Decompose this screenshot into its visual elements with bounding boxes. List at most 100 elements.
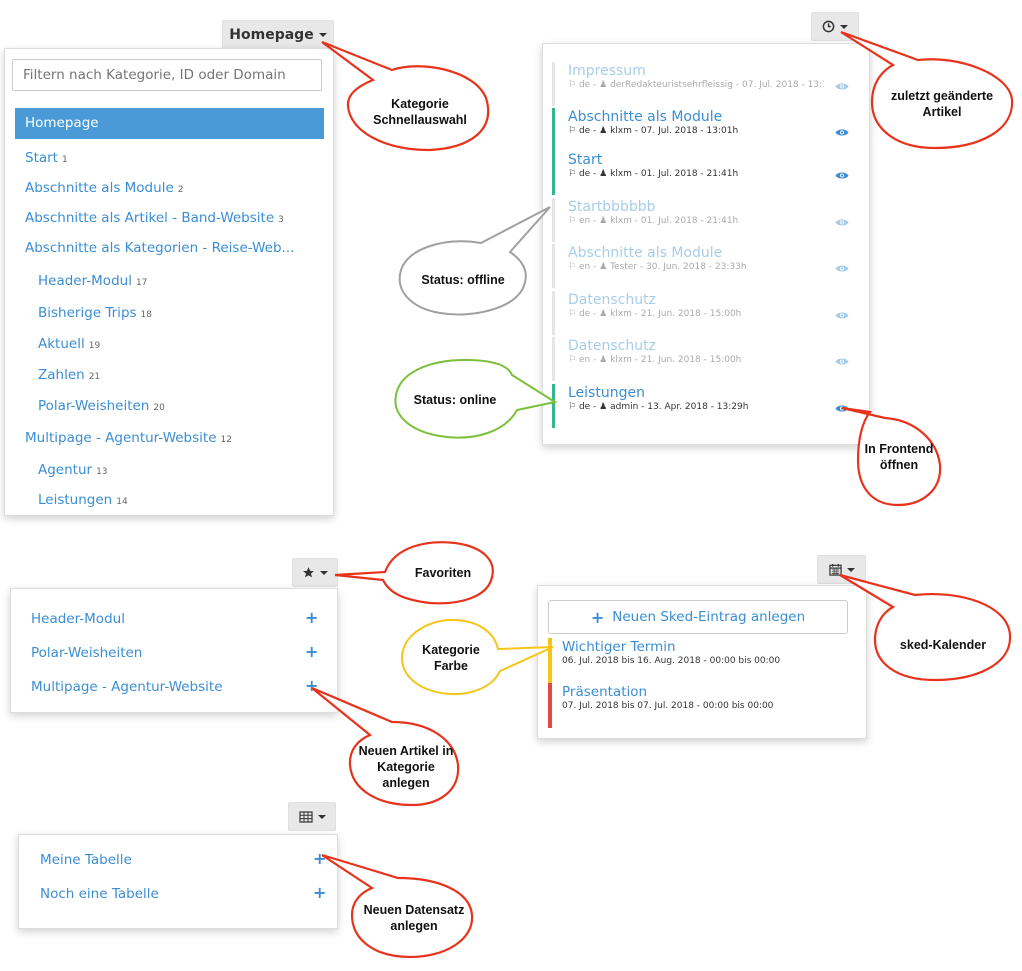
category-item[interactable]: Bisherige Trips 18 [38, 305, 152, 321]
category-item-selected[interactable]: Homepage [15, 108, 324, 139]
article-author: admin [610, 402, 639, 412]
category-item[interactable]: Header-Modul 17 [38, 273, 147, 289]
article-author: derRedakteuristsehrfleissig [610, 80, 734, 90]
article-date: 21. Jun. 2018 - 15:00h [640, 309, 742, 319]
category-item-label: Aktuell [38, 336, 85, 352]
sked-entry-title: Wichtiger Termin [562, 639, 676, 655]
category-filter-input[interactable] [12, 59, 322, 91]
eye-icon[interactable] [835, 212, 849, 226]
article-lang: en [578, 262, 591, 272]
eye-icon[interactable] [835, 258, 849, 272]
article-meta: ⚐ de - ♟ derRedakteuristsehrfleissig - 0… [568, 80, 824, 90]
category-item-label: Multipage - Agentur-Website [25, 430, 217, 446]
flag-icon: ⚐ [568, 262, 579, 272]
article-meta: ⚐ de - ♟ klxm - 21. Jun. 2018 - 15:00h [568, 309, 742, 319]
article-title[interactable]: Leistungen [568, 384, 869, 402]
flag-icon: ⚐ [568, 169, 579, 179]
article-item[interactable]: Datenschutz ⚐ en - ♟ klxm - 21. Jun. 2018… [552, 337, 869, 381]
favorite-item[interactable]: Header-Modul [31, 611, 125, 627]
category-item-label: Start [25, 150, 58, 166]
article-item[interactable]: Start ⚐ de - ♟ klxm - 01. Jul. 2018 - 21:… [552, 151, 869, 195]
eye-icon[interactable] [835, 398, 849, 412]
sked-entry[interactable]: Wichtiger Termin 06. Jul. 2018 bis 16. Au… [548, 638, 848, 683]
sked-entry-date: 07. Jul. 2018 bis 07. Jul. 2018 - 00:00 … [562, 701, 774, 711]
eye-icon[interactable] [835, 165, 849, 179]
category-item[interactable]: Abschnitte als Kategorien - Reise-Web... [25, 240, 298, 256]
eye-icon[interactable] [835, 122, 849, 136]
category-item-id: 1 [61, 155, 68, 165]
category-item-id: 19 [88, 341, 101, 351]
callout-status-offline [398, 206, 551, 316]
article-author: klxm [610, 309, 632, 319]
article-date: 30. Jun. 2018 - 23:33h [646, 262, 747, 272]
article-title[interactable]: Abschnitte als Module [568, 108, 869, 126]
category-item[interactable]: Multipage - Agentur-Website 12 [25, 430, 232, 446]
add-record-plus-icon[interactable]: + [313, 883, 326, 902]
table-item[interactable]: Meine Tabelle [40, 852, 132, 868]
category-item[interactable]: Leistungen 14 [38, 492, 128, 508]
category-item-label: Header-Modul [38, 273, 132, 289]
favorite-item[interactable]: Polar-Weisheiten [31, 645, 142, 661]
article-item[interactable]: Datenschutz ⚐ de - ♟ klxm - 21. Jun. 2018… [552, 291, 869, 335]
article-item[interactable]: Startbbbbbb ⚐ en - ♟ klxm - 01. Jul. 2018… [552, 198, 869, 242]
callout-text-artikel: Neuen Artikel in Kategorie anlegen [358, 744, 454, 790]
category-toggle-label: Homepage [229, 27, 314, 43]
article-title[interactable]: Start [568, 151, 869, 169]
favorites-toggle[interactable] [292, 558, 338, 587]
article-author: klxm [610, 126, 632, 136]
article-title[interactable]: Datenschutz [568, 337, 869, 355]
category-item-label: Polar-Weisheiten [38, 398, 150, 414]
add-article-plus-icon[interactable]: + [305, 608, 318, 627]
article-date: 01. Jul. 2018 - 21:41h [640, 216, 739, 226]
caret-down-icon [320, 570, 328, 575]
category-item-label: Zahlen [38, 367, 85, 383]
clock-icon [822, 20, 835, 33]
category-item-label: Bisherige Trips [38, 305, 137, 321]
eye-icon[interactable] [835, 305, 849, 319]
eye-icon[interactable] [835, 351, 849, 365]
callout-text-offline: Status: offline [421, 273, 505, 287]
article-item[interactable]: Leistungen ⚐ de - ♟ admin - 13. Apr. 2018… [552, 384, 869, 428]
plus-icon: + [590, 607, 605, 627]
callout-text-zuletzt: zuletzt geänderte Artikel [890, 89, 994, 119]
tables-toggle[interactable] [288, 802, 336, 831]
article-item[interactable]: Abschnitte als Module ⚐ de - ♟ klxm - 07.… [552, 108, 869, 152]
article-item[interactable]: Abschnitte als Module ⚐ en - ♟ Tester - 3… [552, 244, 869, 288]
sked-toggle[interactable] [817, 555, 866, 584]
article-date: 07. Jul. 2018 - 13:01h [640, 126, 739, 136]
category-item[interactable]: Abschnitte als Artikel - Band-Website 3 [25, 210, 284, 226]
article-title[interactable]: Datenschutz [568, 291, 869, 309]
article-date: 01. Jul. 2018 - 21:41h [640, 169, 739, 179]
category-item[interactable]: Zahlen 21 [38, 367, 100, 383]
recent-articles-toggle[interactable] [811, 12, 859, 41]
category-item-id: 2 [177, 185, 184, 195]
category-item[interactable]: Polar-Weisheiten 20 [38, 398, 165, 414]
add-article-plus-icon[interactable]: + [305, 642, 318, 661]
add-article-plus-icon[interactable]: + [305, 676, 318, 695]
category-item[interactable]: Start 1 [25, 150, 68, 166]
article-title[interactable]: Abschnitte als Module [568, 244, 869, 262]
article-item[interactable]: Impressum ⚐ de - ♟ derRedakteuristsehrfle… [552, 62, 869, 106]
article-meta: ⚐ de - ♟ klxm - 01. Jul. 2018 - 21:41h [568, 169, 739, 179]
article-title[interactable]: Startbbbbbb [568, 198, 869, 216]
sked-entry[interactable]: Präsentation 07. Jul. 2018 bis 07. Jul. 2… [548, 683, 848, 728]
category-item[interactable]: Agentur 13 [38, 462, 108, 478]
category-item[interactable]: Aktuell 19 [38, 336, 100, 352]
favorite-item[interactable]: Multipage - Agentur-Website [31, 679, 223, 695]
article-lang: en [578, 355, 591, 365]
article-author: klxm [610, 169, 632, 179]
flag-icon: ⚐ [568, 80, 579, 90]
eye-icon[interactable] [835, 76, 849, 90]
category-toggle-button[interactable]: Homepage [222, 20, 334, 50]
flag-icon: ⚐ [568, 402, 579, 412]
category-item-id: 13 [96, 467, 108, 477]
article-date: 13. Apr. 2018 - 13:29h [647, 402, 749, 412]
article-author: klxm [610, 355, 632, 365]
add-record-plus-icon[interactable]: + [313, 849, 326, 868]
sked-add-button[interactable]: + Neuen Sked-Eintrag anlegen [548, 600, 848, 634]
category-item-id: 14 [116, 497, 128, 507]
category-item[interactable]: Abschnitte als Module 2 [25, 180, 183, 196]
article-title[interactable]: Impressum [568, 62, 869, 80]
user-icon: ♟ [599, 262, 611, 272]
table-item[interactable]: Noch eine Tabelle [40, 886, 159, 902]
